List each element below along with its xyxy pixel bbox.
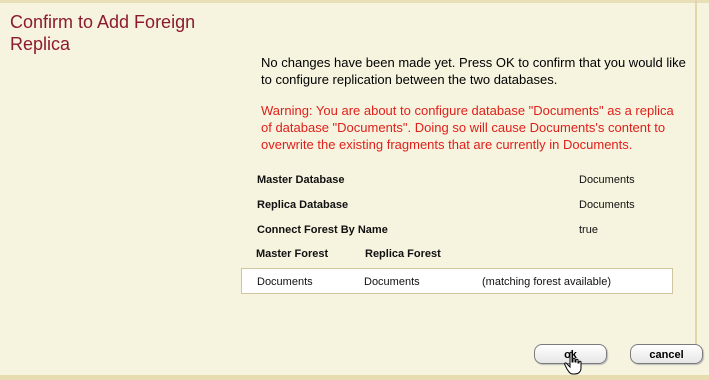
replica-forest-header: Replica Forest [365,248,441,260]
bottom-divider [0,375,709,380]
connect-forest-by-name-value: true [579,224,598,236]
forest-row-replica: Documents [364,276,420,288]
top-divider [0,0,709,3]
detail-row-connect-forest-by-name: Connect Forest By Name true [257,224,677,240]
replica-database-value: Documents [579,199,635,211]
detail-row-replica-database: Replica Database Documents [257,199,677,215]
forest-row-master: Documents [257,276,313,288]
page-title: Confirm to Add Foreign Replica [10,12,196,54]
master-forest-header: Master Forest [256,248,329,260]
confirm-foreign-replica-page: Confirm to Add Foreign Replica No change… [0,0,709,380]
warning-line-1: Warning: You are about to configure data… [261,103,674,118]
connect-forest-by-name-label: Connect Forest By Name [257,224,388,236]
info-message-line-2: to configure replication between the two… [261,72,558,87]
hand-pointer-icon [564,351,582,375]
detail-row-master-database: Master Database Documents [257,174,677,190]
replica-database-label: Replica Database [257,199,349,211]
warning-message: Warning: You are about to configure data… [261,102,701,153]
warning-line-2: of database "Documents". Doing so will c… [261,120,666,135]
cancel-button[interactable]: cancel [630,344,703,364]
warning-line-3: overwrite the existing fragments that ar… [261,137,633,152]
forest-table-row: Documents Documents (matching forest ava… [241,268,673,294]
right-divider [695,0,697,345]
master-database-label: Master Database [257,174,345,186]
info-message: No changes have been made yet. Press OK … [261,54,701,88]
master-database-value: Documents [579,174,635,186]
info-message-line-1: No changes have been made yet. Press OK … [261,55,686,70]
forest-row-status: (matching forest available) [482,276,612,288]
